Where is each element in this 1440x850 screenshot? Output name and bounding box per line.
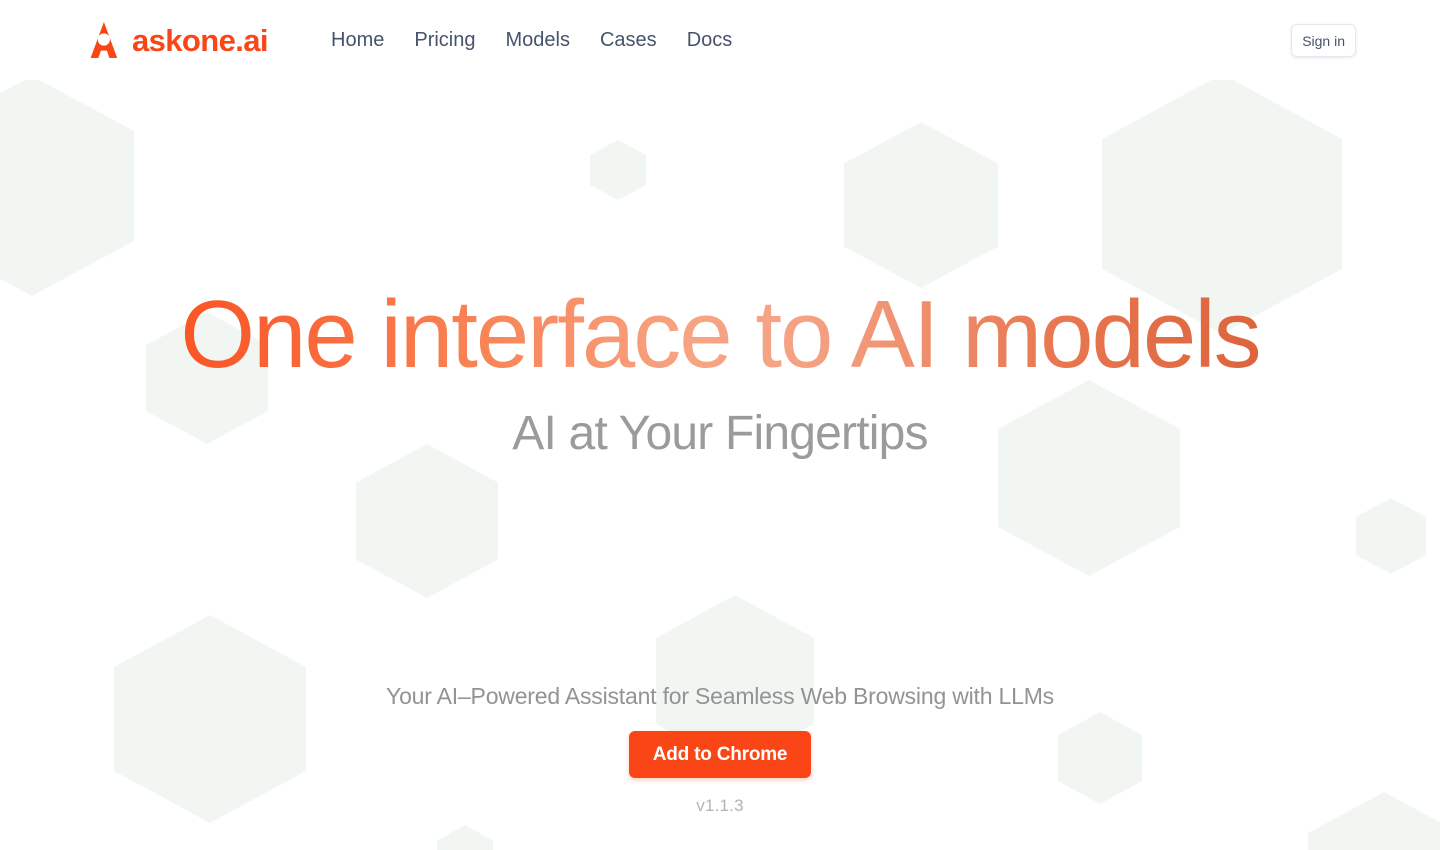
nav-item-home[interactable]: Home: [331, 30, 414, 50]
nav-item-models[interactable]: Models: [506, 30, 600, 50]
nav-item-cases[interactable]: Cases: [600, 30, 687, 50]
version-label: v1.1.3: [696, 796, 744, 815]
hero-section: One interface to AI models AI at Your Fi…: [0, 80, 1440, 850]
nav-item-pricing[interactable]: Pricing: [414, 30, 505, 50]
add-to-chrome-button[interactable]: Add to Chrome: [628, 731, 812, 778]
site-header: askone.ai Home Pricing Models Cases Docs…: [0, 0, 1440, 80]
brand-name: askone.ai: [132, 22, 269, 58]
brand-logo-link[interactable]: askone.ai: [84, 0, 269, 80]
cta-container: Add to Chrome: [0, 731, 1440, 778]
hero-subtitle: AI at Your Fingertips: [512, 407, 928, 460]
hero-tagline: Your AI–Powered Assistant for Seamless W…: [386, 683, 1054, 709]
nav-item-docs[interactable]: Docs: [687, 30, 763, 50]
main-navigation: Home Pricing Models Cases Docs: [331, 0, 762, 80]
hero-headline: One interface to AI models: [0, 281, 1440, 389]
logo-a-icon: [90, 22, 118, 58]
sign-in-button[interactable]: Sign in: [1291, 24, 1356, 57]
